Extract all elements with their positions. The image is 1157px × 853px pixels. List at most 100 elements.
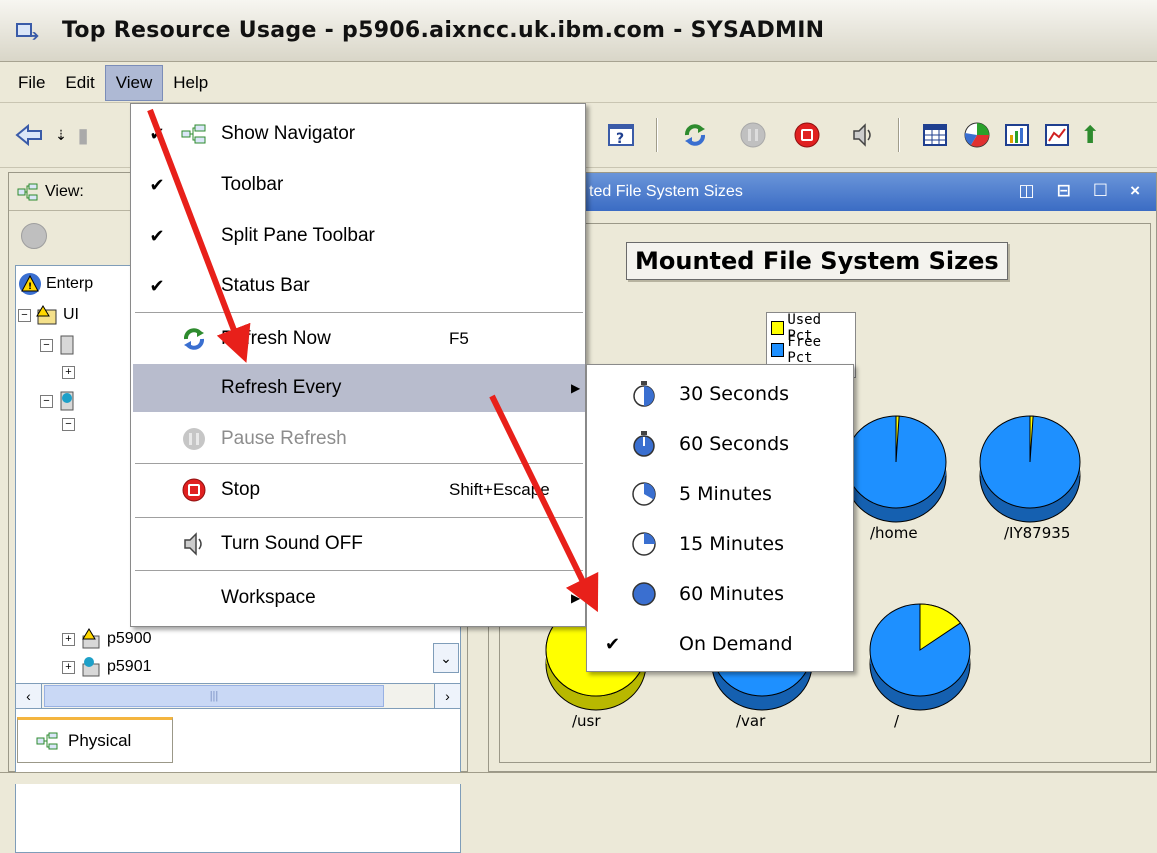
menu-item-split-pane-toolbar[interactable]: ✔ Split Pane Toolbar	[133, 212, 585, 260]
menu-separator	[135, 463, 583, 464]
collapse-icon[interactable]: −	[40, 338, 53, 352]
menu-item-refresh-every[interactable]: Refresh Every ▶	[133, 364, 585, 412]
stopwatch-icon	[633, 381, 655, 407]
tree-node-label: p5900	[107, 630, 152, 647]
menu-file[interactable]: File	[8, 66, 55, 100]
menu-item-status-bar[interactable]: ✔ Status Bar	[133, 262, 585, 310]
scroll-left-button[interactable]: ‹	[16, 684, 42, 708]
expand-icon[interactable]: +	[62, 660, 75, 674]
menu-edit[interactable]: Edit	[55, 66, 104, 100]
refresh-every-submenu: 30 Seconds 60 Seconds 5 Minutes 15 Minut…	[586, 364, 854, 672]
menu-help[interactable]: Help	[163, 66, 218, 100]
checkmark-icon: ✔	[149, 275, 165, 296]
menu-item-label: Stop	[221, 479, 261, 500]
status-bar	[0, 772, 1157, 784]
menu-separator	[135, 517, 583, 518]
view-label: View:	[45, 182, 84, 200]
table-view-icon[interactable]	[918, 118, 952, 152]
tree-node-label: UI	[63, 306, 79, 323]
collapse-icon[interactable]: −	[62, 418, 75, 431]
workspace-title: ted File System Sizes	[589, 183, 743, 200]
submenu-item-60-minutes[interactable]: 60 Minutes	[589, 569, 853, 619]
stop-icon[interactable]	[790, 118, 824, 152]
menu-bar: File Edit View Help	[0, 63, 1157, 103]
tree-node-label: Enterp	[46, 275, 94, 292]
tree-node-ui[interactable]: − UI	[18, 304, 79, 326]
menu-item-label: Pause Refresh	[221, 428, 347, 449]
submenu-item-30-seconds[interactable]: 30 Seconds	[589, 369, 853, 419]
more-toolbar-icon[interactable]: ⬆	[1080, 118, 1104, 152]
expand-icon[interactable]: +	[62, 366, 75, 379]
maximize-icon[interactable]: ☐	[1093, 181, 1108, 201]
menu-view[interactable]: View	[104, 64, 164, 101]
submenu-item-label: 60 Minutes	[679, 583, 785, 605]
tab-physical[interactable]: Physical	[17, 717, 173, 763]
pause-icon	[179, 426, 209, 452]
tree-node-p5901[interactable]: + p5901	[62, 656, 152, 678]
navigator-refresh-icon[interactable]	[21, 223, 47, 249]
submenu-item-15-minutes[interactable]: 15 Minutes	[589, 519, 853, 569]
pie-chart-icon[interactable]	[960, 118, 994, 152]
submenu-item-60-seconds[interactable]: 60 Seconds	[589, 419, 853, 469]
window-app-icon: ➔	[14, 20, 40, 45]
tree-node-p5900[interactable]: + p5900	[62, 628, 152, 650]
toolbar-separator	[898, 118, 900, 152]
clock-60-icon	[632, 582, 656, 606]
info-server-icon	[82, 657, 100, 677]
tree-node[interactable]: −	[40, 334, 77, 356]
menu-item-accelerator: Shift+Escape	[449, 480, 550, 499]
scroll-thumb[interactable]: |||	[44, 685, 384, 707]
submenu-item-on-demand[interactable]: ✔ On Demand	[589, 619, 853, 669]
tree-node-label: p5901	[107, 658, 152, 675]
system-group-icon	[36, 305, 57, 325]
navigator-icon	[36, 732, 58, 750]
menu-item-toolbar[interactable]: ✔ Toolbar	[133, 161, 585, 209]
menu-item-pause-refresh[interactable]: Pause Refresh	[133, 415, 585, 463]
tree-node-enterprise[interactable]: ! Enterp	[18, 272, 93, 296]
horizontal-scrollbar[interactable]: ‹ ||| ›	[15, 683, 461, 709]
checkmark-icon: ✔	[149, 225, 165, 246]
menu-item-stop[interactable]: Stop Shift+Escape	[133, 466, 585, 514]
workspace-titlebar: ted File System Sizes ◫ ⊟ ☐ ×	[489, 173, 1156, 211]
pie-label-home: /home	[870, 524, 918, 542]
split-horizontal-icon[interactable]: ⊟	[1057, 181, 1071, 201]
menu-item-refresh-now[interactable]: Refresh Now F5	[133, 315, 585, 363]
clock-5-icon	[632, 482, 656, 506]
toolbar-separator	[656, 118, 658, 152]
line-chart-icon[interactable]	[1040, 118, 1074, 152]
stop-icon	[179, 477, 209, 503]
expand-icon[interactable]: +	[62, 632, 75, 646]
collapse-icon[interactable]: −	[18, 308, 31, 322]
stopwatch-icon	[633, 431, 655, 457]
back-arrow-icon[interactable]	[12, 118, 46, 152]
submenu-item-label: 5 Minutes	[679, 483, 772, 505]
help-icon[interactable]: ?	[604, 118, 638, 152]
svg-text:?: ?	[616, 131, 624, 147]
pie-label-iy87935: /IY87935	[1004, 524, 1071, 542]
menu-item-workspace[interactable]: Workspace ▶	[133, 574, 585, 622]
split-vertical-icon[interactable]: ◫	[1019, 181, 1035, 201]
submenu-item-5-minutes[interactable]: 5 Minutes	[589, 469, 853, 519]
collapse-icon[interactable]: −	[40, 394, 53, 408]
pause-icon[interactable]	[736, 118, 770, 152]
forward-arrow-icon[interactable]: ▮	[66, 118, 100, 152]
checkmark-icon: ✔	[149, 174, 165, 195]
tree-node[interactable]: −	[40, 390, 77, 412]
view-menu-dropdown: ✔ Show Navigator ✔ Toolbar ✔ Split Pane …	[130, 103, 586, 627]
navigator-icon	[17, 183, 38, 200]
window-title: Top Resource Usage - p5906.aixncc.uk.ibm…	[62, 18, 825, 43]
scroll-down-button[interactable]: ⌄	[433, 643, 459, 673]
menu-item-show-navigator[interactable]: ✔ Show Navigator	[133, 110, 585, 158]
refresh-icon[interactable]	[678, 118, 712, 152]
tree-node[interactable]: +	[62, 366, 75, 379]
submenu-item-label: 15 Minutes	[679, 533, 785, 555]
menu-item-label: Workspace	[221, 587, 316, 608]
scroll-right-button[interactable]: ›	[434, 684, 460, 708]
speaker-icon[interactable]	[846, 118, 880, 152]
menu-item-label: Show Navigator	[221, 123, 356, 144]
bar-chart-icon[interactable]	[1000, 118, 1034, 152]
submenu-arrow-icon: ▶	[571, 591, 581, 605]
menu-item-turn-sound-off[interactable]: Turn Sound OFF	[133, 520, 585, 568]
close-icon[interactable]: ×	[1130, 181, 1140, 201]
tree-node[interactable]: −	[62, 418, 75, 431]
